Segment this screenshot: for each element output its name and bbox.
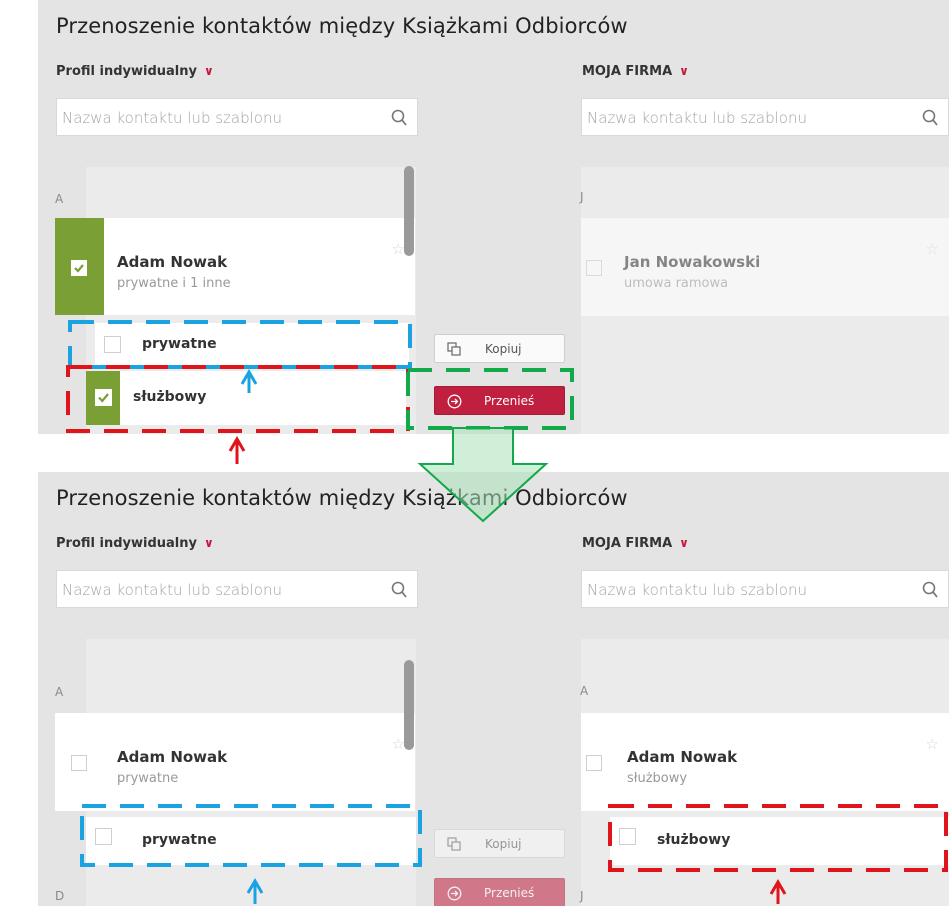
right-profile-label: MOJA FIRMA [582,64,673,79]
move-label: Przenieś [484,394,535,408]
contact-name: Adam Nowak [627,748,738,766]
address-row-prywatne[interactable]: prywatne [86,817,416,865]
search-placeholder: Nazwa kontaktu lub szablonu [587,109,807,127]
address-row-prywatne[interactable]: prywatne [95,323,409,367]
transfer-panel-before: Przenoszenie kontaktów między Książkami … [38,0,949,434]
chevron-down-icon: ∨ [203,536,214,550]
star-icon[interactable]: ☆ [926,735,939,753]
checkbox[interactable] [95,828,112,845]
contact-name: Adam Nowak [117,748,228,766]
search-placeholder: Nazwa kontaktu lub szablonu [587,581,807,599]
left-search-input[interactable]: Nazwa kontaktu lub szablonu [56,98,418,136]
chevron-down-icon: ∨ [203,64,214,78]
transfer-panel-after: Przenoszenie kontaktów między Książkami … [38,472,949,906]
group-letter: A [55,685,64,699]
arrow-right-circle-icon [447,394,462,409]
copy-label: Kopiuj [485,342,522,356]
copy-icon [447,342,461,356]
group-letter: J [580,190,584,204]
group-letter: A [580,684,589,698]
search-placeholder: Nazwa kontaktu lub szablonu [62,109,282,127]
contact-card-adam-nowak[interactable]: Adam Nowak służbowy ☆ [581,713,949,811]
group-letter: A [55,192,64,206]
group-letter: J [580,889,584,903]
search-icon[interactable] [391,581,407,599]
checkmark-icon [98,393,109,403]
contact-checkbox-area[interactable] [55,218,104,315]
left-search-input[interactable]: Nazwa kontaktu lub szablonu [56,570,418,608]
left-profile-selector[interactable]: Profil indywidualny ∨ [56,536,214,551]
star-icon[interactable]: ☆ [392,735,405,753]
copy-label: Kopiuj [485,837,522,851]
page-title: Przenoszenie kontaktów między Książkami … [56,486,628,510]
right-search-input[interactable]: Nazwa kontaktu lub szablonu [581,570,949,608]
search-icon[interactable] [922,581,938,599]
left-profile-label: Profil indywidualny [56,64,197,79]
search-placeholder: Nazwa kontaktu lub szablonu [62,581,282,599]
move-label: Przenieś [484,886,535,900]
arrow-right-circle-icon [447,886,462,901]
contact-checkbox-area[interactable] [581,218,630,316]
scrollbar[interactable] [404,166,414,256]
checkbox[interactable] [71,755,87,771]
contact-name: Jan Nowakowski [624,253,761,271]
chevron-down-icon: ∨ [679,536,689,550]
right-profile-selector[interactable]: MOJA FIRMA ∨ [582,64,689,79]
address-label: prywatne [142,832,217,848]
search-icon[interactable] [922,109,938,127]
right-profile-selector[interactable]: MOJA FIRMA ∨ [582,536,689,551]
checkbox[interactable] [586,260,602,276]
checkbox[interactable] [95,389,112,406]
checkbox[interactable] [104,336,121,353]
checkbox[interactable] [586,755,602,771]
contact-card-adam-nowak[interactable]: Adam Nowak prywatne ☆ [55,713,415,811]
copy-icon [447,837,461,851]
address-row-sluzbowy[interactable]: służbowy [610,817,949,865]
group-letter: D [55,889,65,903]
checkmark-icon [74,264,84,273]
contact-name: Adam Nowak [117,253,228,271]
address-label: służbowy [657,832,731,848]
copy-button[interactable]: Kopiuj [434,334,565,363]
address-row-sluzbowy[interactable]: służbowy [86,371,406,425]
right-profile-label: MOJA FIRMA [582,536,673,551]
search-icon[interactable] [391,109,407,127]
contact-subtitle: prywatne i 1 inne [117,276,231,291]
chevron-down-icon: ∨ [679,64,689,78]
contact-checkbox-area[interactable] [581,713,630,811]
contact-card-jan-nowakowski[interactable]: Jan Nowakowski umowa ramowa ☆ [581,218,949,316]
star-icon[interactable]: ☆ [392,240,405,258]
move-button[interactable]: Przenieś [434,386,565,415]
contact-checkbox-area[interactable] [55,713,104,811]
contact-subtitle: służbowy [627,771,688,786]
copy-button[interactable]: Kopiuj [434,829,565,858]
contact-card-adam-nowak[interactable]: Adam Nowak prywatne i 1 inne ☆ [55,218,415,315]
move-button[interactable]: Przenieś [434,878,565,906]
address-label: prywatne [142,336,217,352]
left-profile-label: Profil indywidualny [56,536,197,551]
checkbox[interactable] [71,260,87,276]
address-label: służbowy [133,389,207,405]
contact-subtitle: umowa ramowa [624,276,729,291]
star-icon[interactable]: ☆ [926,240,939,258]
right-search-input[interactable]: Nazwa kontaktu lub szablonu [581,98,949,136]
page-title: Przenoszenie kontaktów między Książkami … [56,14,628,38]
left-profile-selector[interactable]: Profil indywidualny ∨ [56,64,214,79]
checkbox[interactable] [619,828,636,845]
contact-subtitle: prywatne [117,771,179,786]
scrollbar[interactable] [404,660,414,750]
arrow-up-icon [228,436,246,464]
